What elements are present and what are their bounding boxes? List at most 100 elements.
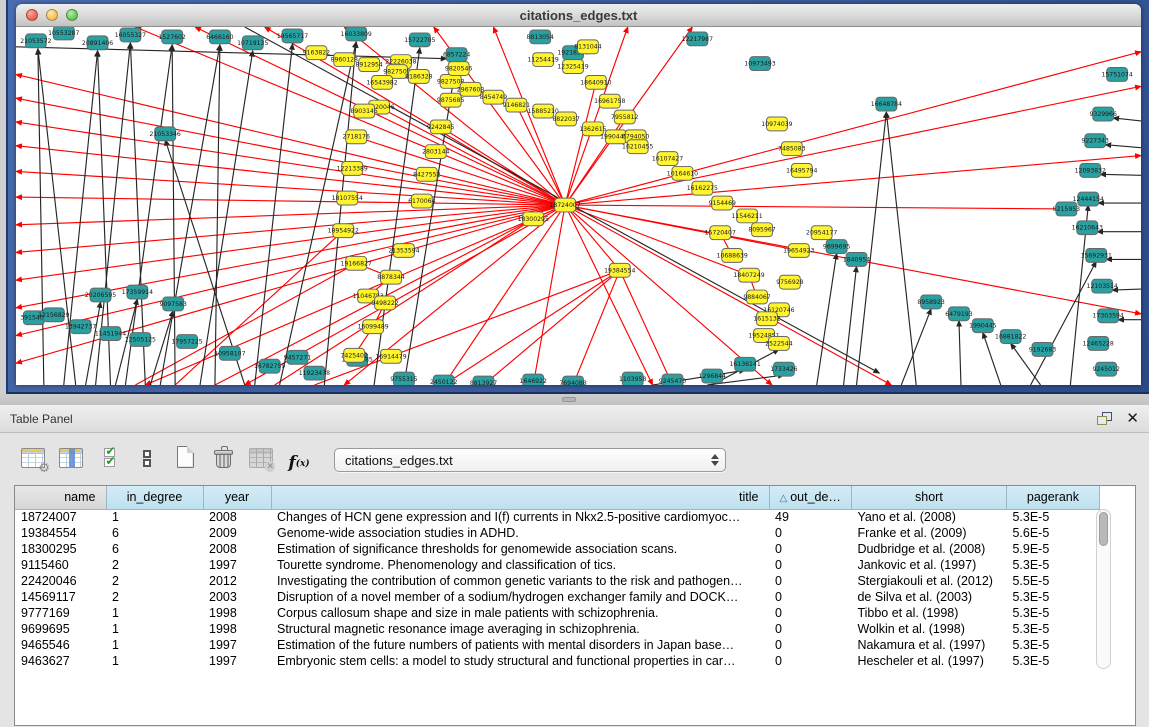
table-cell[interactable]: Changes of HCN gene expression and I(f) … bbox=[271, 509, 769, 525]
graph-edge[interactable] bbox=[379, 107, 565, 205]
new-column-icon[interactable] bbox=[170, 443, 200, 471]
graph-edge[interactable] bbox=[38, 49, 76, 385]
column-header-short[interactable]: short bbox=[851, 486, 1006, 509]
graph-edge[interactable] bbox=[16, 205, 565, 280]
float-panel-icon[interactable] bbox=[1097, 412, 1112, 425]
table-cell[interactable]: 6 bbox=[106, 525, 203, 541]
graph-edge[interactable] bbox=[444, 270, 620, 385]
table-row[interactable]: 969969511998Structural magnetic resonanc… bbox=[15, 621, 1099, 637]
table-cell[interactable]: 1997 bbox=[203, 557, 271, 573]
table-cell[interactable]: Investigating the contribution of common… bbox=[271, 573, 769, 589]
row-stack-icon[interactable] bbox=[132, 445, 162, 473]
splitter-grip-icon[interactable] bbox=[562, 397, 576, 402]
column-header-in_degree[interactable]: in_degree bbox=[106, 486, 203, 509]
table-cell[interactable]: Estimation of the future numbers of pati… bbox=[271, 637, 769, 653]
table-cell[interactable]: 0 bbox=[769, 525, 851, 541]
table-cell[interactable]: 9777169 bbox=[15, 605, 106, 621]
table-row[interactable]: 911546021997Tourette syndrome. Phenomeno… bbox=[15, 557, 1099, 573]
show-column-icon[interactable] bbox=[56, 444, 86, 472]
graph-edge[interactable] bbox=[215, 45, 220, 385]
graph-edge[interactable] bbox=[172, 45, 175, 385]
minimize-window-icon[interactable] bbox=[46, 9, 58, 21]
table-cell[interactable]: 0 bbox=[769, 573, 851, 589]
network-canvas[interactable]: 2105357210553287208914061605532715276026… bbox=[16, 27, 1141, 385]
table-scrollbar-thumb[interactable] bbox=[1099, 512, 1108, 546]
table-cell[interactable]: 1 bbox=[106, 605, 203, 621]
table-cell[interactable]: 0 bbox=[769, 605, 851, 621]
graph-edge[interactable] bbox=[565, 205, 1066, 209]
table-cell[interactable]: 5.3E-5 bbox=[1006, 605, 1099, 621]
table-cell[interactable]: 2009 bbox=[203, 525, 271, 541]
graph-edge[interactable] bbox=[844, 266, 857, 385]
graph-edge[interactable] bbox=[16, 197, 565, 205]
close-panel-icon[interactable]: ✕ bbox=[1126, 411, 1139, 426]
table-cell[interactable]: 2008 bbox=[203, 541, 271, 557]
graph-edge[interactable] bbox=[16, 122, 565, 205]
table-cell[interactable]: 2003 bbox=[203, 589, 271, 605]
panel-splitter[interactable] bbox=[0, 394, 1149, 405]
delete-column-icon[interactable] bbox=[208, 444, 238, 472]
table-cell[interactable]: 1998 bbox=[203, 605, 271, 621]
graph-edge[interactable] bbox=[1100, 174, 1141, 175]
table-cell[interactable]: 2008 bbox=[203, 509, 271, 525]
table-cell[interactable]: 18300295 bbox=[15, 541, 106, 557]
function-builder-icon[interactable] bbox=[284, 449, 314, 477]
table-row[interactable]: 1872400712008Changes of HCN gene express… bbox=[15, 509, 1099, 525]
citation-network-graph[interactable]: 2105357210553287208914061605532715276026… bbox=[16, 27, 1141, 385]
table-scrollbar[interactable] bbox=[1096, 509, 1111, 669]
column-header-out_de[interactable]: △out_de… bbox=[769, 486, 851, 509]
graph-edge[interactable] bbox=[444, 205, 565, 385]
table-cell[interactable]: Estimation of significance thresholds fo… bbox=[271, 541, 769, 557]
table-cell[interactable]: Franke et al. (2009) bbox=[851, 525, 1006, 541]
table-cell[interactable]: 1997 bbox=[203, 637, 271, 653]
graph-edge[interactable] bbox=[64, 51, 98, 385]
table-cell[interactable]: 5.3E-5 bbox=[1006, 557, 1099, 573]
graph-edge[interactable] bbox=[16, 171, 565, 205]
close-window-icon[interactable] bbox=[26, 9, 38, 21]
table-row[interactable]: 1456911722003Disruption of a novel membe… bbox=[15, 589, 1099, 605]
graph-edge[interactable] bbox=[1031, 261, 1097, 385]
table-cell[interactable]: Dudbridge et al. (2008) bbox=[851, 541, 1006, 557]
table-cell[interactable]: 49 bbox=[769, 509, 851, 525]
table-cell[interactable]: 2 bbox=[106, 589, 203, 605]
table-cell[interactable]: Embryonic stem cells: a model to study s… bbox=[271, 653, 769, 669]
table-row[interactable]: 1830029562008Estimation of significance … bbox=[15, 541, 1099, 557]
table-row[interactable]: 977716911998Corpus callosum shape and si… bbox=[15, 605, 1099, 621]
table-row[interactable]: 946362711997Embryonic stem cells: a mode… bbox=[15, 653, 1099, 669]
delete-table-icon[interactable] bbox=[246, 444, 276, 472]
graph-edge[interactable] bbox=[886, 112, 916, 385]
graph-edge[interactable] bbox=[565, 205, 653, 385]
table-cell[interactable]: 1 bbox=[106, 637, 203, 653]
table-cell[interactable]: 9465546 bbox=[15, 637, 106, 653]
table-cell[interactable]: 5.3E-5 bbox=[1006, 653, 1099, 669]
table-cell[interactable]: de Silva et al. (2003) bbox=[851, 589, 1006, 605]
table-cell[interactable]: 19384554 bbox=[15, 525, 106, 541]
graph-edge[interactable] bbox=[533, 205, 565, 385]
select-all-columns-icon[interactable] bbox=[94, 444, 124, 472]
graph-edge[interactable] bbox=[1113, 118, 1141, 121]
column-header-name[interactable]: name bbox=[15, 486, 106, 509]
table-cell[interactable]: 0 bbox=[769, 589, 851, 605]
table-cell[interactable]: 0 bbox=[769, 653, 851, 669]
graph-edge[interactable] bbox=[38, 49, 44, 385]
table-row[interactable]: 946554611997Estimation of the future num… bbox=[15, 637, 1099, 653]
table-cell[interactable]: 2 bbox=[106, 557, 203, 573]
graph-edge[interactable] bbox=[374, 48, 420, 385]
table-cell[interactable]: 5.3E-5 bbox=[1006, 637, 1099, 653]
table-cell[interactable]: 1 bbox=[106, 653, 203, 669]
table-cell[interactable]: 9699695 bbox=[15, 621, 106, 637]
table-cell[interactable]: 0 bbox=[769, 621, 851, 637]
graph-edge[interactable] bbox=[959, 321, 961, 385]
table-cell[interactable]: 5.9E-5 bbox=[1006, 541, 1099, 557]
table-cell[interactable]: Jankovic et al. (1997) bbox=[851, 557, 1006, 573]
column-header-title[interactable]: title bbox=[271, 486, 769, 509]
table-row[interactable]: 1938455462009Genome-wide association stu… bbox=[15, 525, 1099, 541]
table-cell[interactable]: Tourette syndrome. Phenomenology and cla… bbox=[271, 557, 769, 573]
table-cell[interactable]: Disruption of a novel member of a sodium… bbox=[271, 589, 769, 605]
graph-edge[interactable] bbox=[16, 47, 447, 59]
graph-edge[interactable] bbox=[620, 270, 673, 385]
column-header-pagerank[interactable]: pagerank bbox=[1006, 486, 1099, 509]
table-cell[interactable]: 0 bbox=[769, 557, 851, 573]
graph-edge[interactable] bbox=[16, 205, 565, 225]
graph-edge[interactable] bbox=[901, 309, 931, 385]
